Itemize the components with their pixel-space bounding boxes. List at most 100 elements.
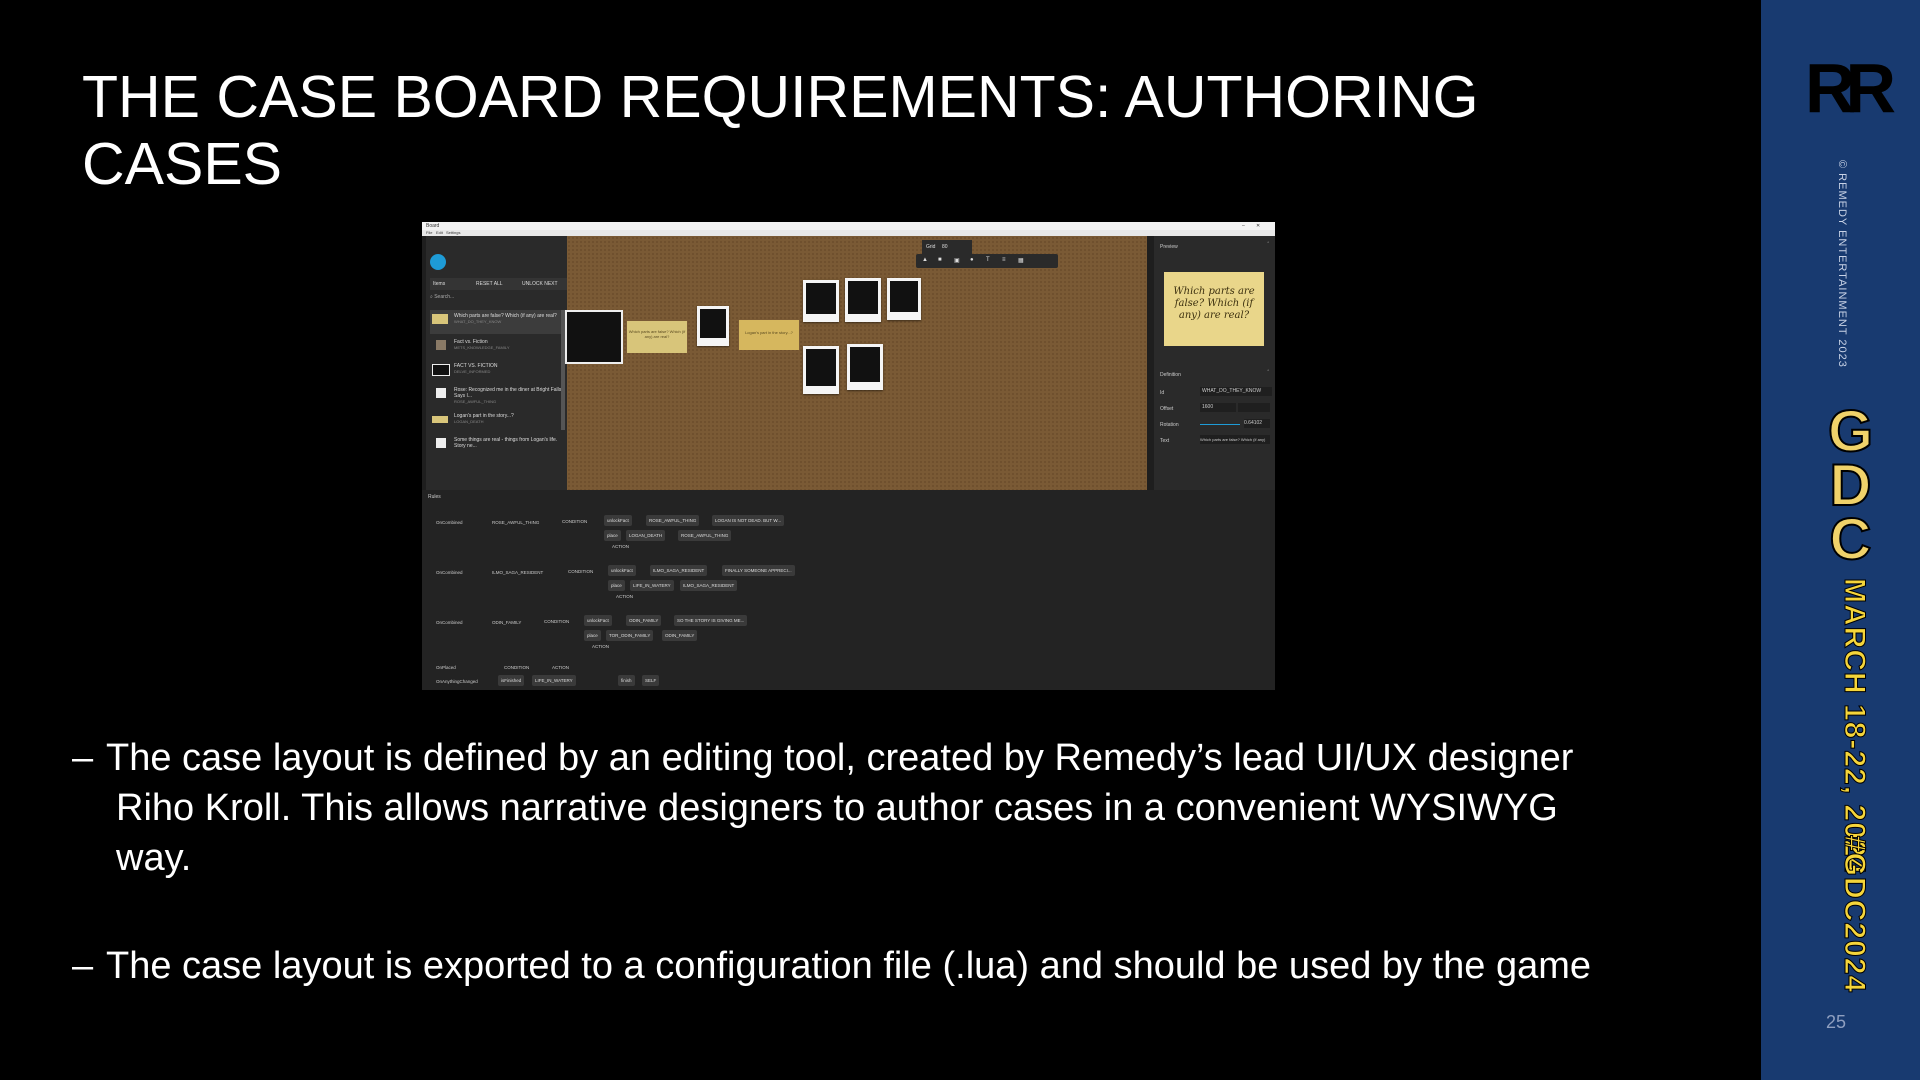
gdc-letter: G [1827,399,1874,464]
preview-note: Which parts are false? Which (if any) ar… [1164,272,1264,346]
rule-trigger[interactable]: OnCombined [436,620,463,625]
add-condition-button[interactable]: CONDITION [562,519,587,524]
rule-chip[interactable]: place [584,630,601,641]
bullet-text: Riho Kroll. This allows narrative design… [116,787,1558,829]
copyright-text: © REMEDY ENTERTAINMENT 2023 [1836,160,1848,368]
menu-file[interactable]: File [426,230,432,235]
id-field[interactable]: WHAT_DO_THEY_KNOW [1200,387,1272,396]
note-thumbnail [432,314,448,324]
rule-chip[interactable]: finish [618,675,635,686]
bullet-text: The case layout is exported to a configu… [106,945,1592,987]
list-item[interactable]: Fact vs. Fiction METS_KNOWLEDGE_FAMILY [430,336,564,360]
board-photo[interactable] [847,344,883,390]
reset-all-button[interactable]: RESET ALL [476,281,503,287]
rule-chip[interactable]: LIFE_IN_WATERY [630,580,674,591]
rule-chip[interactable]: place [604,530,621,541]
rule-chip[interactable]: LOGAN IS NOT DEAD. BUT W... [712,515,785,526]
close-circle-button[interactable] [430,254,446,270]
rule-chip[interactable]: unlockFact [608,565,636,576]
photo-thumbnail [436,438,446,448]
board-note[interactable]: Logan's part in the story...? [739,320,799,350]
grid-setting[interactable]: Grid 80 [922,240,972,254]
add-condition-button[interactable]: CONDITION [544,619,569,624]
rule-chip[interactable]: ROSE_AWFUL_THING [646,515,700,526]
rule-trigger[interactable]: OnAnythingChanged [436,679,478,684]
close-icon[interactable]: ✕ [1256,223,1260,229]
item-id: METS_KNOWLEDGE_FAMILY [454,345,510,350]
search-icon: ⌕ [430,294,433,300]
rule-chip[interactable]: ODIN_FAMILY [662,630,698,641]
mountain-icon[interactable]: ▲ [922,257,928,263]
gdc-letter: C [1829,507,1873,572]
offset-y-field[interactable] [1238,403,1270,412]
board-photo[interactable] [845,278,881,322]
rule-chip[interactable]: place [608,580,625,591]
add-action-button[interactable]: ACTION [592,644,609,649]
chevron-up-icon[interactable]: ˆ [1267,370,1269,376]
unlock-next-button[interactable]: UNLOCK NEXT [522,281,558,287]
frame-thumbnail [432,364,450,376]
list-item[interactable]: FACT VS. FICTION DELVE_INFORMED [430,360,564,384]
board-photo[interactable] [803,280,839,322]
remedy-logo: RR [1805,48,1896,127]
text-field[interactable]: Which parts are false? Which (if any) ar… [1200,435,1270,444]
rule-target[interactable]: ILMO_SAGA_RESIDENT [492,570,543,575]
note-icon[interactable]: ▣ [954,257,960,264]
board-photo[interactable] [887,278,921,320]
rule-chip[interactable]: unlockFact [604,515,632,526]
gdc-logo: G D C [1813,399,1888,572]
rule-chip[interactable]: LOGAN_DEATH [626,530,666,541]
rule-trigger[interactable]: OnPlaced [436,665,456,670]
rule-chip[interactable]: ODIN_FAMILY [626,615,662,626]
add-action-button[interactable]: ACTION [612,544,629,549]
add-action-button[interactable]: ACTION [616,594,633,599]
slide-title: THE CASE BOARD REQUIREMENTS: AUTHORING C… [82,64,1479,197]
rule-target[interactable]: ROSE_AWFUL_THING [492,520,539,525]
rotation-label: Rotation [1160,422,1179,428]
rule-chip[interactable]: unlockFact [584,615,612,626]
chevron-up-icon[interactable]: ˆ [1267,242,1269,248]
add-action-button[interactable]: ACTION [552,665,569,670]
image-icon[interactable]: ■ [938,257,942,263]
rule-trigger[interactable]: OnCombined [436,520,463,525]
rule-chip[interactable]: ROSE_AWFUL_THING [678,530,732,541]
rule-chip[interactable]: FINALLY SOMEONE APPRECI... [722,565,795,576]
rule-chip[interactable]: isFinished [498,675,525,686]
board-photo[interactable] [803,346,839,394]
list-item[interactable]: Which parts are false? Which (if any) ar… [430,310,564,334]
board-note[interactable]: Which parts are false? Which (if any) ar… [627,321,687,353]
tv-frame[interactable] [565,310,623,364]
rule-chip[interactable]: ILMO_SAGA_RESIDENT [650,565,708,576]
offset-x-field[interactable]: 1600 [1200,403,1236,412]
rotation-field[interactable]: 0.64102 [1244,419,1270,428]
pin-icon[interactable]: ● [970,257,974,263]
text-icon[interactable]: T [986,257,990,263]
rotation-slider[interactable] [1200,424,1240,425]
list-icon[interactable]: ≡ [1002,257,1006,263]
list-item[interactable]: Logan's part in the story...? LOGAN_DEATH [430,410,564,434]
minimize-icon[interactable]: – [1242,223,1245,229]
rule-target[interactable]: ODIN_FAMILY [492,620,521,625]
text-label: Text [1160,438,1170,444]
rule-chip[interactable]: TOR_ODIN_FAMILY [606,630,654,641]
grid-icon[interactable]: ▦ [1018,257,1024,264]
menu-edit[interactable]: Edit [436,230,443,235]
rule-trigger[interactable]: OnCombined [436,570,463,575]
rule-chip[interactable]: SELF [642,675,660,686]
bullet-2: – The case layout is exported to a config… [72,941,1682,991]
board-toolbar: ▲ ■ ▣ ● T ≡ ▦ [916,254,1058,268]
case-board-canvas[interactable]: ▲ ■ ▣ ● T ≡ ▦ Grid 80 Which parts are fa… [565,236,1147,490]
item-search-input[interactable]: ⌕ Search... [430,294,564,306]
rule-chip[interactable]: SO THE STORY IS GIVING ME... [674,615,748,626]
window-titlebar: Board – ✕ [422,222,1275,230]
gdc-letter: D [1829,453,1873,518]
add-condition-button[interactable]: CONDITION [504,665,529,670]
list-item[interactable]: Some things are real - things from Logan… [430,434,564,458]
rule-chip[interactable]: LIFE_IN_WATERY [532,675,576,686]
board-photo[interactable] [697,306,729,346]
menu-settings[interactable]: Settings [446,230,460,235]
brand-sidebar: RR © REMEDY ENTERTAINMENT 2023 G D C MAR… [1761,0,1920,1080]
rule-chip[interactable]: ILMO_SAGA_RESIDENT [680,580,738,591]
add-condition-button[interactable]: CONDITION [568,569,593,574]
list-item[interactable]: Rose: Recognized me in the diner at Brig… [430,384,564,408]
